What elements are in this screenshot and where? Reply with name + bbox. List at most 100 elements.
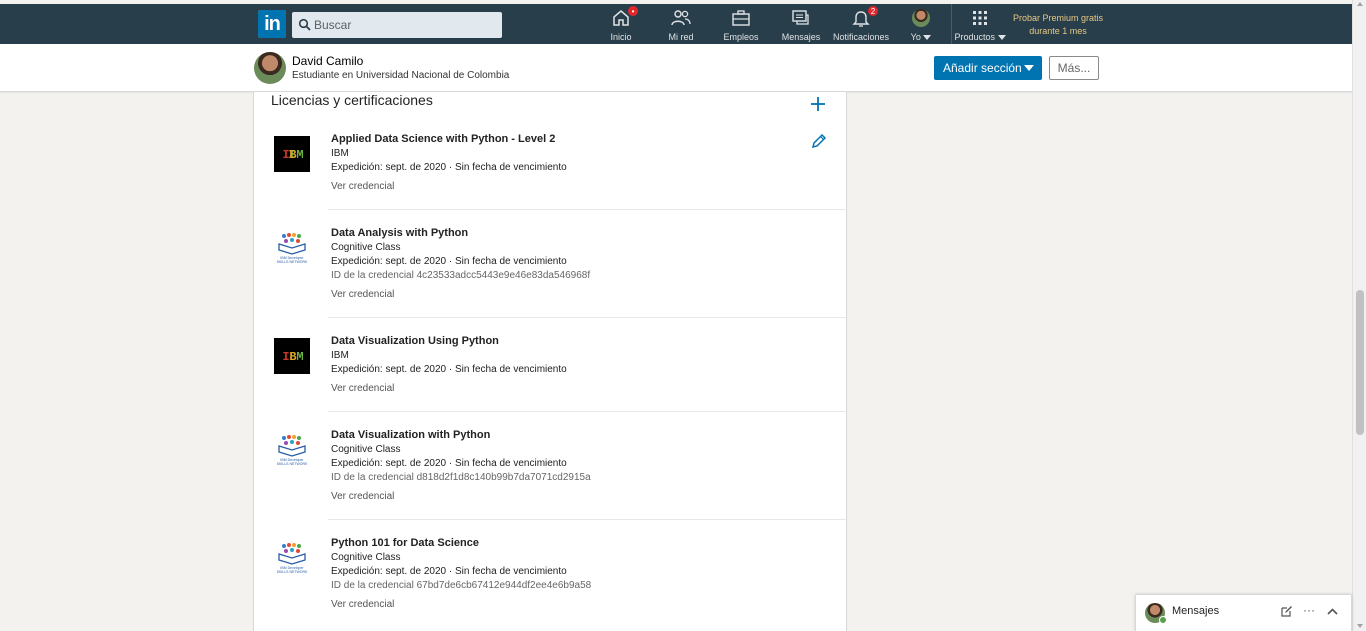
cert-issuer: Cognitive Class [331, 552, 401, 563]
nav-label: Mi red [668, 32, 694, 42]
more-button[interactable]: Más... [1049, 56, 1099, 80]
messaging-overlay[interactable]: Mensajes ··· [1135, 594, 1352, 631]
list-item: IBM Developer SKILLS NETWORK Python 101 f… [254, 536, 848, 628]
credential-id: ID de la credencial 67bd7de6cb67412e944d… [331, 580, 592, 591]
nav-item-productos[interactable]: Productos [954, 9, 1006, 45]
profile-name[interactable]: David Camilo [292, 54, 363, 68]
cognitive-class-logo: IBM Developer SKILLS NETWORK [274, 230, 310, 266]
svg-text:SKILLS NETWORK: SKILLS NETWORK [277, 570, 308, 574]
ibm-logo: IBM [274, 338, 310, 374]
entry-text: Data Analysis with Python Cognitive Clas… [331, 226, 590, 300]
nav-item-yo[interactable]: Yo [906, 9, 936, 45]
scroll-up-arrow-icon[interactable] [1357, 2, 1363, 6]
scroll-down-arrow-icon[interactable] [1357, 624, 1363, 628]
cognitive-class-logo: IBM Developer SKILLS NETWORK [274, 540, 310, 576]
nav-label: Mensajes [781, 32, 821, 42]
cert-title: Python 101 for Data Science [331, 537, 479, 549]
premium-link[interactable]: Probar Premium gratis durante 1 mes [1010, 12, 1106, 38]
add-section-label: Añadir sección [943, 61, 1022, 75]
divider [328, 519, 848, 520]
profile-sticky-header: David Camilo Estudiante en Universidad N… [0, 44, 1352, 92]
search-input[interactable] [314, 12, 494, 38]
page-scrollbar[interactable] [1352, 0, 1366, 631]
navbar-content: in • Inicio Mi red Empleos [258, 4, 1108, 44]
messages-icon [792, 10, 809, 25]
svg-text:SKILLS NETWORK: SKILLS NETWORK [277, 462, 308, 466]
entry-text: Applied Data Science with Python - Level… [331, 132, 567, 192]
entry-text: Python 101 for Data Science Cognitive Cl… [331, 536, 591, 610]
notification-badge: 2 [867, 5, 879, 17]
scrollbar-thumb[interactable] [1356, 290, 1364, 435]
cert-dates: Expedición: sept. de 2020 · Sin fecha de… [331, 566, 567, 577]
svg-text:M: M [296, 350, 303, 364]
list-item: IBM Data Visualization Using Python IBM … [254, 334, 848, 412]
chevron-down-icon [923, 35, 932, 40]
entry-text: Data Visualization with Python Cognitive… [331, 428, 591, 502]
top-navbar: in • Inicio Mi red Empleos [0, 0, 1352, 44]
divider [328, 411, 848, 412]
chevron-up-icon[interactable] [1326, 605, 1339, 618]
online-status-icon [1159, 616, 1167, 624]
list-item: IBM Developer SKILLS NETWORK Data Visuali… [254, 428, 848, 520]
nav-label: Productos [954, 32, 995, 42]
nav-item-inicio[interactable]: • Inicio [603, 5, 639, 45]
ibm-logo: IIBM [274, 136, 310, 172]
compose-icon[interactable] [1280, 605, 1293, 618]
cert-title: Data Visualization Using Python [331, 335, 499, 347]
add-section-button[interactable]: Añadir sección [934, 56, 1042, 80]
cert-issuer: Cognitive Class [331, 242, 401, 253]
nav-label: Empleos [723, 32, 759, 42]
messaging-label[interactable]: Mensajes [1172, 605, 1219, 617]
cert-issuer: Cognitive Class [331, 444, 401, 455]
nav-divider [951, 4, 952, 44]
cert-title: Data Visualization with Python [331, 429, 491, 441]
cert-title: Applied Data Science with Python - Level… [331, 133, 556, 145]
svg-text:SKILLS NETWORK: SKILLS NETWORK [277, 260, 308, 264]
pencil-icon[interactable] [810, 132, 828, 150]
search-icon [298, 18, 311, 31]
nav-item-notificaciones[interactable]: 2 Notificaciones [832, 5, 890, 45]
cert-dates: Expedición: sept. de 2020 · Sin fecha de… [331, 458, 567, 469]
cert-issuer: IBM [331, 148, 349, 159]
nav-label: Yo [910, 32, 921, 42]
grid-icon [973, 11, 987, 25]
view-credential-link[interactable]: Ver credencial [331, 383, 567, 394]
divider [328, 317, 848, 318]
cert-title: Data Analysis with Python [331, 227, 469, 239]
entry-text: Data Visualization Using Python IBM Expe… [331, 334, 567, 394]
svg-text:M: M [296, 148, 303, 162]
nav-item-empleos[interactable]: Empleos [721, 9, 761, 45]
nav-item-mi-red[interactable]: Mi red [661, 9, 701, 45]
nav-label: Notificaciones [832, 32, 890, 42]
add-icon[interactable] [810, 96, 826, 112]
cert-dates: Expedición: sept. de 2020 · Sin fecha de… [331, 256, 567, 267]
credential-id: ID de la credencial d818d2f1d8c140b99b7d… [331, 472, 591, 483]
cert-dates: Expedición: sept. de 2020 · Sin fecha de… [331, 162, 567, 173]
view-credential-link[interactable]: Ver credencial [331, 491, 591, 502]
section-title: Licencias y certificaciones [271, 92, 433, 108]
nav-item-mensajes[interactable]: Mensajes [781, 9, 821, 45]
nav-label: Inicio [610, 32, 632, 42]
search-box[interactable] [292, 12, 502, 38]
network-icon [671, 10, 691, 26]
avatar [912, 9, 930, 27]
list-item: IIBM Applied Data Science with Python - … [254, 132, 848, 210]
credential-id: ID de la credencial 4c23533adcc5443e9e46… [331, 270, 591, 281]
cognitive-class-logo: IBM Developer SKILLS NETWORK [274, 432, 310, 468]
view-credential-link[interactable]: Ver credencial [331, 599, 591, 610]
list-item: IBM Developer SKILLS NETWORK Data Analysi… [254, 226, 848, 318]
licenses-certifications-card: Licencias y certificaciones IIBM Applied… [253, 92, 848, 631]
cert-dates: Expedición: sept. de 2020 · Sin fecha de… [331, 364, 567, 375]
linkedin-logo[interactable]: in [258, 10, 286, 38]
notification-badge: • [627, 5, 639, 17]
divider [328, 209, 848, 210]
avatar[interactable] [254, 52, 286, 84]
briefcase-icon [732, 10, 750, 26]
more-options-icon[interactable]: ··· [1303, 603, 1315, 617]
chevron-down-icon [997, 35, 1006, 40]
profile-headline: Estudiante en Universidad Nacional de Co… [292, 70, 510, 81]
view-credential-link[interactable]: Ver credencial [331, 289, 590, 300]
cert-issuer: IBM [331, 350, 349, 361]
caret-down-icon [1024, 65, 1034, 71]
view-credential-link[interactable]: Ver credencial [331, 181, 567, 192]
